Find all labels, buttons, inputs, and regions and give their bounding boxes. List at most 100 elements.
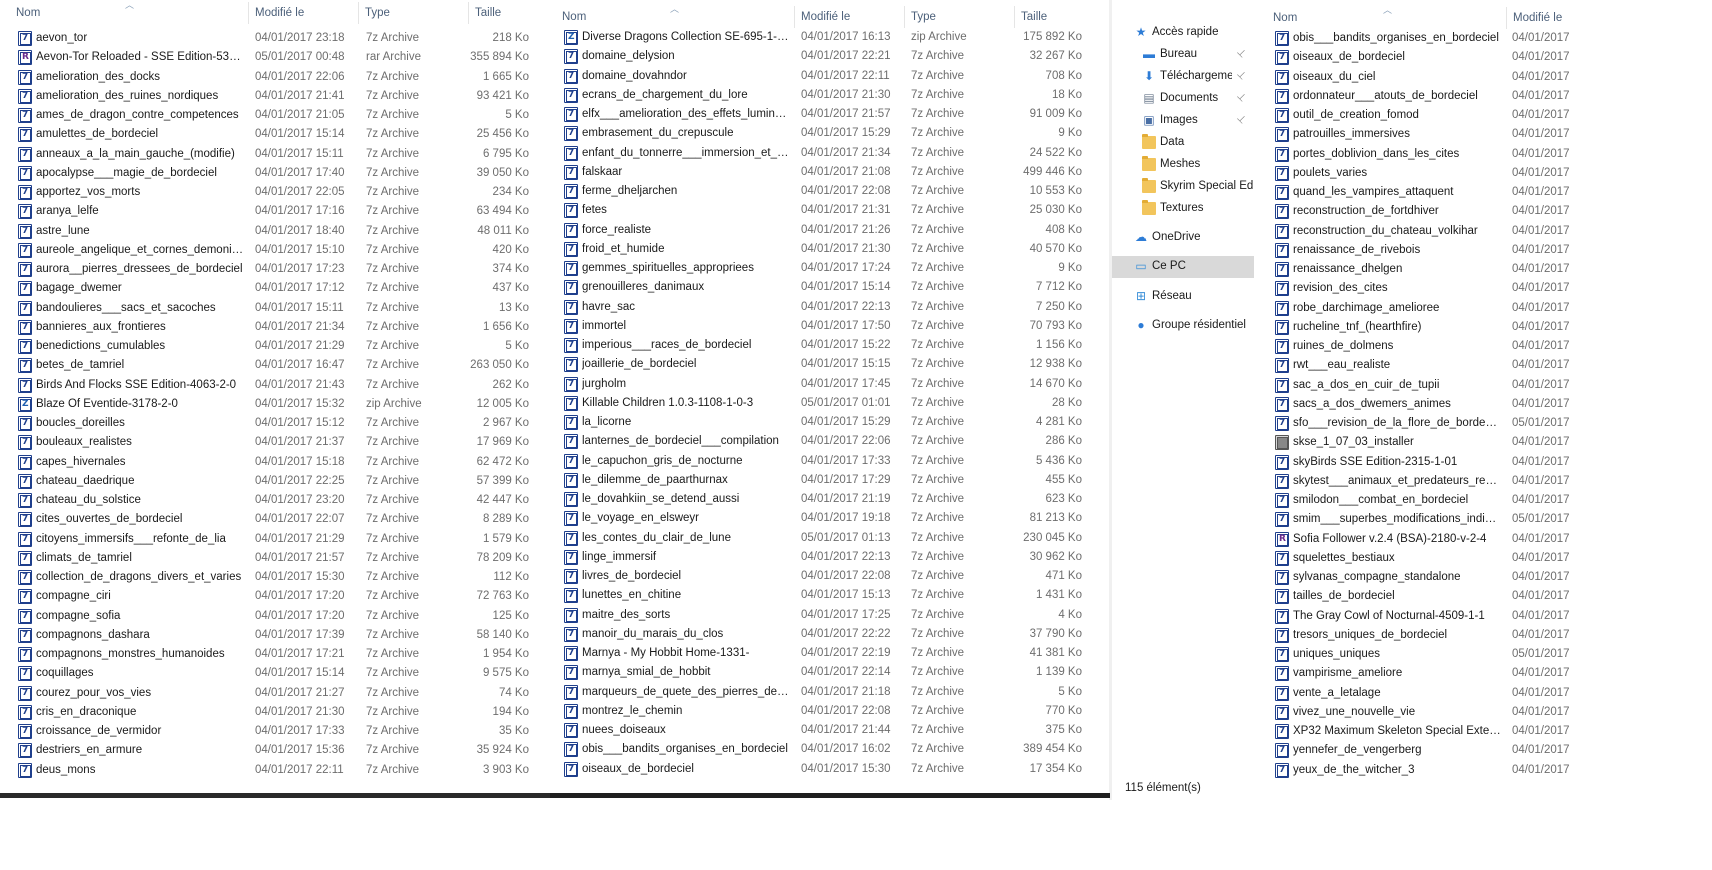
file-row[interactable]: ruines_de_dolmens 04/01/2017 — [1262, 337, 1712, 356]
nav-item-textures[interactable]: Textures — [1112, 198, 1254, 220]
file-row[interactable]: reconstruction_de_fortdhiver 04/01/2017 — [1262, 202, 1712, 221]
nav-item-documents[interactable]: ▤ Documents ⊥ — [1112, 88, 1254, 110]
file-row[interactable]: citoyens_immersifs___refonte_de_lia 04/01… — [0, 530, 545, 549]
file-row[interactable]: smilodon___combat_en_bordeciel 04/01/2017 — [1262, 491, 1712, 510]
file-row[interactable]: livres_de_bordeciel 04/01/2017 22:08 7z Ar… — [546, 567, 1108, 586]
file-row[interactable]: compagnons_monstres_humanoides 04/01/2017… — [0, 645, 545, 664]
file-row[interactable]: les_contes_du_clair_de_lune 05/01/2017 01… — [546, 529, 1108, 548]
nav-item-data[interactable]: Data — [1112, 132, 1254, 154]
file-row[interactable]: amulettes_de_bordeciel 04/01/2017 15:14 7z… — [0, 125, 545, 144]
file-row[interactable]: chateau_du_solstice 04/01/2017 23:20 7z Ar… — [0, 491, 545, 510]
file-row[interactable]: domaine_dovahndor 04/01/2017 22:11 7z Arch… — [546, 67, 1108, 86]
file-row[interactable]: patrouilles_immersives 04/01/2017 — [1262, 125, 1712, 144]
file-row[interactable]: amelioration_des_docks 04/01/2017 22:06 7z… — [0, 68, 545, 87]
file-row[interactable]: apocalypse___magie_de_bordeciel 04/01/201… — [0, 164, 545, 183]
file-row[interactable]: chateau_daedrique 04/01/2017 22:25 7z Arch… — [0, 472, 545, 491]
file-row[interactable]: froid_et_humide 04/01/2017 21:30 7z Archiv… — [546, 240, 1108, 259]
file-row[interactable]: le_capuchon_gris_de_nocturne 04/01/2017 1… — [546, 452, 1108, 471]
file-row[interactable]: bannieres_aux_frontieres 04/01/2017 21:34… — [0, 318, 545, 337]
file-row[interactable]: oiseaux_de_bordeciel 04/01/2017 — [1262, 48, 1712, 67]
column-header-date[interactable]: Modifié le — [1506, 7, 1562, 29]
file-row[interactable]: destriers_en_armure 04/01/2017 15:36 7z Ar… — [0, 741, 545, 760]
file-row[interactable]: vivez_une_nouvelle_vie 04/01/2017 — [1262, 703, 1712, 722]
file-row[interactable]: tresors_uniques_de_bordeciel 04/01/2017 — [1262, 626, 1712, 645]
file-row[interactable]: ferme_dheljarchen 04/01/2017 22:08 7z Arch… — [546, 182, 1108, 201]
nav-item-onedrive[interactable]: ☁ OneDrive — [1112, 227, 1254, 249]
file-row[interactable]: marnya_smial_de_hobbit 04/01/2017 22:14 7z… — [546, 663, 1108, 682]
file-row[interactable]: aevon_tor 04/01/2017 23:18 7z Archive 218 K… — [0, 29, 545, 48]
column-header-type[interactable]: Type — [904, 6, 936, 28]
file-row[interactable]: renaissance_de_rivebois 04/01/2017 — [1262, 241, 1712, 260]
file-row[interactable]: astre_lune 04/01/2017 18:40 7z Archive 48 0… — [0, 222, 545, 241]
file-row[interactable]: bandoulieres___sacs_et_sacoches 04/01/201… — [0, 299, 545, 318]
column-header-size[interactable]: Taille — [1014, 6, 1047, 28]
file-row[interactable]: linge_immersif 04/01/2017 22:13 7z Archive… — [546, 548, 1108, 567]
file-row[interactable]: cris_en_draconique 04/01/2017 21:30 7z Arc… — [0, 703, 545, 722]
file-row[interactable]: betes_de_tamriel 04/01/2017 16:47 7z Archi… — [0, 356, 545, 375]
file-row[interactable]: smim___superbes_modifications_indispe...… — [1262, 510, 1712, 529]
file-row[interactable]: sylvanas_compagne_standalone 04/01/2017 — [1262, 568, 1712, 587]
file-row[interactable]: rucheline_tnf_(hearthfire) 04/01/2017 — [1262, 318, 1712, 337]
file-row[interactable]: lanternes_de_bordeciel___compilation 04/0… — [546, 432, 1108, 451]
file-row[interactable]: oiseaux_du_ciel 04/01/2017 — [1262, 68, 1712, 87]
file-row[interactable]: Blaze Of Eventide-3178-2-0 04/01/2017 15:… — [0, 395, 545, 414]
nav-item-meshes[interactable]: Meshes — [1112, 154, 1254, 176]
file-row[interactable]: nuees_doiseaux 04/01/2017 21:44 7z Archive… — [546, 721, 1108, 740]
file-row[interactable]: quand_les_vampires_attaquent 04/01/2017 — [1262, 183, 1712, 202]
nav-item-r-seau[interactable]: ⊞ Réseau — [1112, 286, 1254, 308]
file-row[interactable]: skyBirds SSE Edition-2315-1-01 04/01/2017 — [1262, 453, 1712, 472]
file-row[interactable]: yennefer_de_vengerberg 04/01/2017 — [1262, 741, 1712, 760]
file-row[interactable]: marqueurs_de_quete_des_pierres_de_bar...… — [546, 683, 1108, 702]
file-row[interactable]: force_realiste 04/01/2017 21:26 7z Archive… — [546, 221, 1108, 240]
nav-item-bureau[interactable]: ▬ Bureau ⊥ — [1112, 44, 1254, 66]
column-header-name[interactable]: Nom — [562, 11, 586, 23]
file-row[interactable]: poulets_varies 04/01/2017 — [1262, 164, 1712, 183]
file-row[interactable]: Killable Children 1.0.3-1108-1-0-3 05/01/… — [546, 394, 1108, 413]
file-row[interactable]: sacs_a_dos_dwemers_animes 04/01/2017 — [1262, 395, 1712, 414]
file-row[interactable]: reconstruction_du_chateau_volkihar 04/01/… — [1262, 222, 1712, 241]
file-row[interactable]: maitre_des_sorts 04/01/2017 17:25 7z Archi… — [546, 606, 1108, 625]
file-row[interactable]: outil_de_creation_fomod 04/01/2017 — [1262, 106, 1712, 125]
file-row[interactable]: le_voyage_en_elsweyr 04/01/2017 19:18 7z A… — [546, 509, 1108, 528]
file-row[interactable]: The Gray Cowl of Nocturnal-4509-1-1 04/01… — [1262, 607, 1712, 626]
file-row[interactable]: squelettes_bestiaux 04/01/2017 — [1262, 549, 1712, 568]
file-row[interactable]: collection_de_dragons_divers_et_varies 04… — [0, 568, 545, 587]
file-row[interactable]: enfant_du_tonnerre___immersion_et_cris..… — [546, 144, 1108, 163]
nav-item-images[interactable]: ▣ Images ⊥ — [1112, 110, 1254, 132]
file-row[interactable]: domaine_delysion 04/01/2017 22:21 7z Archi… — [546, 47, 1108, 66]
file-row[interactable]: Aevon-Tor Reloaded - SSE Edition-5304-1.… — [0, 48, 545, 67]
file-row[interactable]: havre_sac 04/01/2017 22:13 7z Archive 7 250… — [546, 298, 1108, 317]
file-row[interactable]: le_dilemme_de_paarthurnax 04/01/2017 17:2… — [546, 471, 1108, 490]
column-header-name[interactable]: Nom — [1273, 12, 1297, 24]
file-row[interactable]: yeux_de_the_witcher_3 04/01/2017 — [1262, 761, 1712, 780]
file-row[interactable]: capes_hivernales 04/01/2017 15:18 7z Archi… — [0, 453, 545, 472]
file-row[interactable]: manoir_du_marais_du_clos 04/01/2017 22:22… — [546, 625, 1108, 644]
file-row[interactable]: gemmes_spirituelles_appropriees 04/01/201… — [546, 259, 1108, 278]
file-row[interactable]: embrasement_du_crepuscule 04/01/2017 15:2… — [546, 124, 1108, 143]
file-row[interactable]: montrez_le_chemin 04/01/2017 22:08 7z Arch… — [546, 702, 1108, 721]
file-row[interactable]: anneaux_a_la_main_gauche_(modifie) 04/01/… — [0, 145, 545, 164]
file-row[interactable]: Sofia Follower v.2.4 (BSA)-2180-v-2-4 04/… — [1262, 530, 1712, 549]
file-row[interactable]: bouleaux_realistes 04/01/2017 21:37 7z Arc… — [0, 433, 545, 452]
file-row[interactable]: aureole_angelique_et_cornes_demoniaqu...… — [0, 241, 545, 260]
file-row[interactable]: ames_de_dragon_contre_competences 04/01/2… — [0, 106, 545, 125]
file-row[interactable]: obis___bandits_organises_en_bordeciel 04/… — [1262, 29, 1712, 48]
file-row[interactable]: sfo___revision_de_la_flore_de_bordeciel 0… — [1262, 414, 1712, 433]
column-header-date[interactable]: Modifié le — [248, 2, 304, 24]
file-row[interactable]: jurgholm 04/01/2017 17:45 7z Archive 14 670… — [546, 375, 1108, 394]
file-row[interactable]: portes_doblivion_dans_les_cites 04/01/201… — [1262, 145, 1712, 164]
file-row[interactable]: grenouilleres_danimaux 04/01/2017 15:14 7z… — [546, 278, 1108, 297]
file-row[interactable]: revision_des_cites 04/01/2017 — [1262, 279, 1712, 298]
file-row[interactable]: renaissance_dhelgen 04/01/2017 — [1262, 260, 1712, 279]
file-row[interactable]: boucles_doreilles 04/01/2017 15:12 7z Arch… — [0, 414, 545, 433]
nav-item-skyrim-special-editi[interactable]: Skyrim Special Editi — [1112, 176, 1254, 198]
file-row[interactable]: lunettes_en_chitine 04/01/2017 15:13 7z Ar… — [546, 586, 1108, 605]
file-row[interactable]: joaillerie_de_bordeciel 04/01/2017 15:15 7… — [546, 355, 1108, 374]
file-row[interactable]: courez_pour_vos_vies 04/01/2017 21:27 7z A… — [0, 684, 545, 703]
file-row[interactable]: Birds And Flocks SSE Edition-4063-2-0 04/… — [0, 376, 545, 395]
nav-item-acc-s-rapide[interactable]: ★ Accès rapide — [1112, 22, 1254, 44]
file-row[interactable]: obis___bandits_organises_en_bordeciel 04/… — [546, 740, 1108, 759]
file-row[interactable]: uniques_uniques 05/01/2017 — [1262, 645, 1712, 664]
file-row[interactable]: Diverse Dragons Collection SE-695-1-1-0 0… — [546, 28, 1108, 47]
file-row[interactable]: rwt___eau_realiste 04/01/2017 — [1262, 356, 1712, 375]
